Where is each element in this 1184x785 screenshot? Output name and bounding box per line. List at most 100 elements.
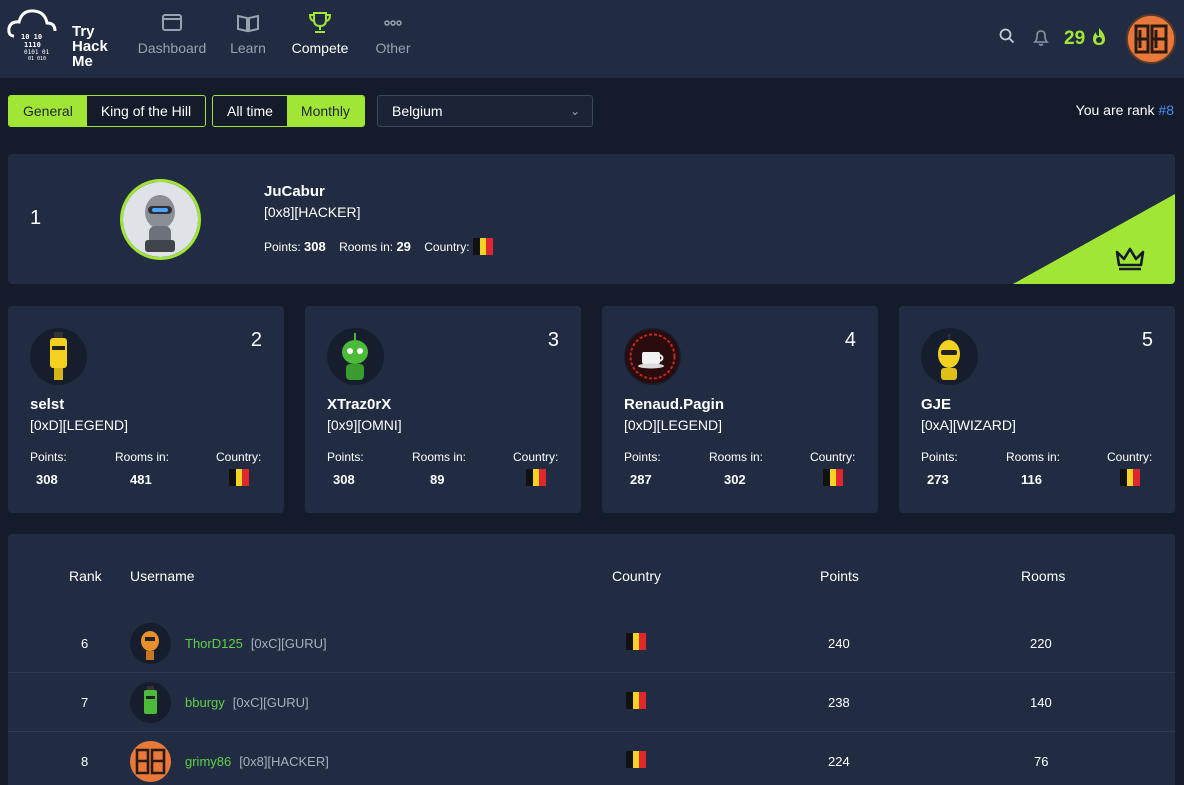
rank-5-points-label: Points: xyxy=(921,450,958,464)
belgium-flag-icon xyxy=(229,469,249,486)
rank-4-avatar[interactable] xyxy=(624,328,681,385)
period-monthly-option[interactable]: Monthly xyxy=(286,96,364,126)
user-avatar-image xyxy=(1128,16,1174,62)
book-icon xyxy=(237,14,259,33)
row-avatar[interactable] xyxy=(130,682,171,723)
flame-icon xyxy=(1093,28,1106,45)
type-koth-option[interactable]: King of the Hill xyxy=(86,96,206,126)
rank-2-avatar[interactable] xyxy=(30,328,87,385)
rank-5-avatar[interactable] xyxy=(921,328,978,385)
rank-3-avatar[interactable] xyxy=(327,328,384,385)
nav-dashboard-label: Dashboard xyxy=(137,40,207,56)
rank-card-2: 2 selst [0xD][LEGEND] Points: Rooms in: … xyxy=(8,306,284,513)
rank-5-username[interactable]: GJE xyxy=(921,396,951,413)
belgium-flag-icon xyxy=(626,633,646,650)
rank-column-header: Rank xyxy=(69,568,102,584)
streak-number: 29 xyxy=(1064,28,1086,49)
first-place-rank-title: [0x8][HACKER] xyxy=(264,204,361,220)
trophy-icon xyxy=(308,12,332,33)
rank-5-rooms: 116 xyxy=(1021,472,1042,487)
first-points-value: 308 xyxy=(304,239,326,254)
row-rooms: 76 xyxy=(1034,754,1049,769)
row-avatar[interactable] xyxy=(130,623,171,664)
rank-3-rooms: 89 xyxy=(430,472,445,487)
nav-dashboard[interactable]: Dashboard xyxy=(134,10,210,70)
row-username-link[interactable]: bburgy xyxy=(185,695,225,710)
rank-3-number: 3 xyxy=(547,329,559,351)
table-row[interactable]: 7 bburgy [0xC][GURU] 238 140 xyxy=(8,674,1175,732)
table-row[interactable]: 6 ThorD125 [0xC][GURU] 240 220 xyxy=(8,615,1175,673)
more-icon xyxy=(384,20,402,26)
first-points-label: Points: xyxy=(264,240,301,254)
username-column-header: Username xyxy=(130,568,195,584)
belgium-flag-icon xyxy=(526,469,546,486)
yellow-robot-avatar-image xyxy=(938,334,960,380)
rank-card-5: 5 GJE [0xA][WIZARD] Points: Rooms in: Co… xyxy=(899,306,1175,513)
table-row[interactable]: 8 grimy86 [0x8][HACKER] 224 76 xyxy=(8,733,1175,785)
belgium-flag-icon xyxy=(472,238,493,255)
leaderboard-period-toggle: All time Monthly xyxy=(212,95,365,127)
rank-4-username[interactable]: Renaud.Pagin xyxy=(624,396,724,413)
rank-2-country-label: Country: xyxy=(216,450,262,464)
points-column-header: Points xyxy=(820,568,859,584)
rank-5-country-label: Country: xyxy=(1107,450,1153,464)
first-place-card: 1 JuCabur [0x8][HACKER] Points: 308 Room… xyxy=(8,154,1175,284)
nav-other[interactable]: Other xyxy=(370,10,416,70)
bell-icon[interactable] xyxy=(1032,27,1050,47)
search-icon[interactable] xyxy=(998,27,1016,45)
rank-4-points: 287 xyxy=(630,472,652,487)
tryhackme-logo[interactable]: 10 10 1110 0101 01 01 010 Try Hack Me xyxy=(6,6,121,70)
orange-robot-avatar-image xyxy=(141,631,159,660)
rank-4-title: [0xD][LEGEND] xyxy=(624,417,723,433)
country-select[interactable]: Belgium ⌄ xyxy=(377,95,593,127)
logo-line-3: Me xyxy=(72,53,93,70)
rank-3-rooms-label: Rooms in: xyxy=(412,450,467,464)
row-rank: 6 xyxy=(81,636,89,651)
first-place-username[interactable]: JuCabur xyxy=(264,183,325,200)
coffee-cup-avatar-image xyxy=(625,329,680,384)
rank-4-rooms: 302 xyxy=(724,472,746,487)
streak-count[interactable]: 29 xyxy=(1064,27,1108,50)
row-rank-title: [0xC][GURU] xyxy=(250,636,327,651)
rank-2-points: 308 xyxy=(36,472,58,487)
user-rank-note: You are rank #8 xyxy=(1076,102,1174,118)
row-avatar[interactable] xyxy=(130,741,171,782)
leaderboard-type-toggle: General King of the Hill xyxy=(8,95,207,127)
rank-2-username[interactable]: selst xyxy=(30,396,64,413)
rank-3-points-label: Points: xyxy=(327,450,364,464)
logo-line-2: Hack xyxy=(72,38,108,55)
type-general-option[interactable]: General xyxy=(9,96,87,126)
logo-line-1: Try xyxy=(72,23,95,40)
user-rank-link[interactable]: #8 xyxy=(1158,102,1174,118)
country-select-value: Belgium xyxy=(392,103,443,119)
nav-learn[interactable]: Learn xyxy=(226,10,270,70)
user-avatar-image xyxy=(135,748,166,775)
row-user-cell: bburgy [0xC][GURU] xyxy=(185,695,309,710)
rank-3-username[interactable]: XTraz0rX xyxy=(327,396,391,413)
first-place-avatar[interactable] xyxy=(120,179,201,260)
rank-2-number: 2 xyxy=(250,329,262,351)
rank-card-3: 3 XTraz0rX [0x9][OMNI] Points: Rooms in:… xyxy=(305,306,581,513)
first-place-ribbon xyxy=(1013,194,1175,284)
belgium-flag-icon xyxy=(626,692,646,709)
belgium-flag-icon xyxy=(823,469,843,486)
nav-compete[interactable]: Compete xyxy=(288,10,352,70)
row-username-link[interactable]: grimy86 xyxy=(185,754,231,769)
rank-4-points-label: Points: xyxy=(624,450,661,464)
row-rank-title: [0xC][GURU] xyxy=(232,695,309,710)
leaderboard-table: Rank Username Country Points Rooms 6 Tho… xyxy=(8,534,1175,785)
row-rank: 7 xyxy=(81,695,89,710)
row-points: 238 xyxy=(828,695,850,710)
belgium-flag-icon xyxy=(1120,469,1140,486)
rooms-column-header: Rooms xyxy=(1021,568,1066,584)
first-country-label: Country: xyxy=(424,240,470,254)
row-user-cell: grimy86 [0x8][HACKER] xyxy=(185,754,329,769)
row-username-link[interactable]: ThorD125 xyxy=(185,636,243,651)
period-alltime-option[interactable]: All time xyxy=(213,96,287,126)
first-rooms-value: 29 xyxy=(396,239,411,254)
row-points: 224 xyxy=(828,754,850,769)
row-rooms: 140 xyxy=(1030,695,1052,710)
user-avatar[interactable] xyxy=(1126,14,1176,64)
nav-learn-label: Learn xyxy=(230,40,266,56)
rank-3-points: 308 xyxy=(333,472,355,487)
